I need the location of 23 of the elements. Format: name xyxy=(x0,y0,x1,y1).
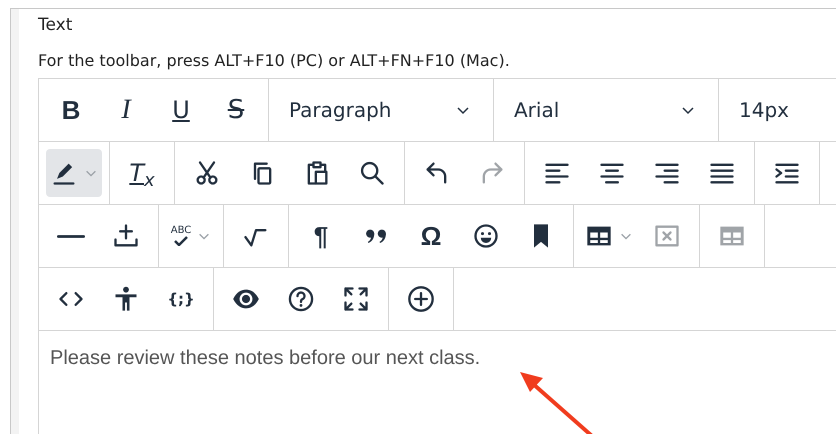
toolbar-hint: For the toolbar, press ALT+F10 (PC) or ALT+FN+F10 (Mac). xyxy=(38,50,511,72)
clear-formatting-button[interactable]: T$_{x}$ xyxy=(117,149,167,197)
source-code-button[interactable]: {;} xyxy=(156,275,206,323)
bold-button[interactable]: B xyxy=(46,86,96,134)
fullscreen-icon xyxy=(342,285,370,313)
check-icon xyxy=(172,236,189,246)
horizontal-line-icon xyxy=(57,234,85,238)
smiley-icon xyxy=(472,222,500,250)
font-dropdown[interactable]: Arial xyxy=(494,79,719,141)
field-label: Text xyxy=(38,14,74,37)
italic-button[interactable]: I xyxy=(101,86,151,134)
add-icon xyxy=(407,285,435,313)
highlight-button[interactable] xyxy=(46,149,102,197)
help-icon xyxy=(287,285,315,313)
block-format-dropdown[interactable]: Paragraph xyxy=(269,79,494,141)
strikethrough-button[interactable]: S xyxy=(211,86,261,134)
font-size-dropdown[interactable]: 14px xyxy=(719,79,836,141)
underline-button[interactable]: U xyxy=(156,86,206,134)
spellcheck-button[interactable]: ABC xyxy=(166,212,216,260)
editor-text: Please review these notes before our next class. xyxy=(50,347,480,369)
paragraph-mark-button[interactable]: ¶ xyxy=(296,212,346,260)
special-character-button[interactable]: Ω xyxy=(406,212,456,260)
search-icon xyxy=(358,159,386,187)
